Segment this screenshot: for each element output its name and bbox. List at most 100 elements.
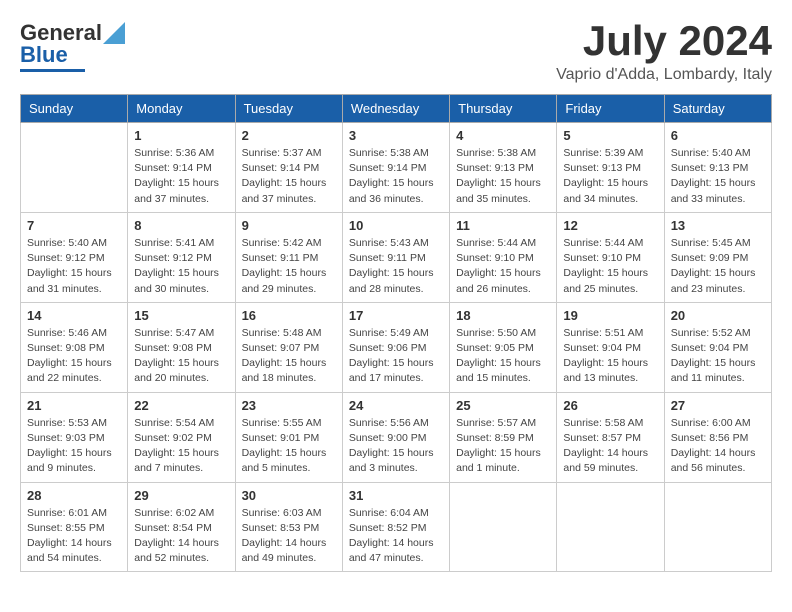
day-number: 27 bbox=[671, 398, 765, 413]
logo: General Blue bbox=[20, 20, 125, 72]
table-row bbox=[557, 482, 664, 572]
calendar-week-row: 7Sunrise: 5:40 AMSunset: 9:12 PMDaylight… bbox=[21, 212, 772, 302]
table-row: 12 Sunrise: 5:44 AMSunset: 9:10 PMDayligh… bbox=[557, 212, 664, 302]
table-row: 23 Sunrise: 5:55 AMSunset: 9:01 PMDayligh… bbox=[235, 392, 342, 482]
table-row: 9 Sunrise: 5:42 AMSunset: 9:11 PMDaylight… bbox=[235, 212, 342, 302]
day-number: 6 bbox=[671, 128, 765, 143]
table-row: 14 Sunrise: 5:46 AMSunset: 9:08 PMDayligh… bbox=[21, 302, 128, 392]
day-info: Sunrise: 5:38 AMSunset: 9:14 PMDaylight:… bbox=[349, 146, 443, 207]
day-info: Sunrise: 5:46 AMSunset: 9:08 PMDaylight:… bbox=[27, 326, 121, 387]
day-number: 1 bbox=[134, 128, 228, 143]
table-row: 2Sunrise: 5:37 AMSunset: 9:14 PMDaylight… bbox=[235, 123, 342, 213]
col-thursday: Thursday bbox=[450, 95, 557, 123]
day-number: 24 bbox=[349, 398, 443, 413]
table-row: 7Sunrise: 5:40 AMSunset: 9:12 PMDaylight… bbox=[21, 212, 128, 302]
day-number: 15 bbox=[134, 308, 228, 323]
table-row: 24 Sunrise: 5:56 AMSunset: 9:00 PMDayligh… bbox=[342, 392, 449, 482]
day-number: 8 bbox=[134, 218, 228, 233]
table-row bbox=[450, 482, 557, 572]
day-info: Sunrise: 6:02 AMSunset: 8:54 PMDaylight:… bbox=[134, 506, 228, 567]
calendar-table: Sunday Monday Tuesday Wednesday Thursday… bbox=[20, 94, 772, 572]
day-info: Sunrise: 6:01 AMSunset: 8:55 PMDaylight:… bbox=[27, 506, 121, 567]
table-row: 5 Sunrise: 5:39 AMSunset: 9:13 PMDaylight… bbox=[557, 123, 664, 213]
day-info: Sunrise: 5:39 AMSunset: 9:13 PMDaylight:… bbox=[563, 146, 657, 207]
day-info: Sunrise: 5:49 AMSunset: 9:06 PMDaylight:… bbox=[349, 326, 443, 387]
title-block: July 2024 Vaprio d'Adda, Lombardy, Italy bbox=[556, 20, 772, 84]
calendar-week-row: 14 Sunrise: 5:46 AMSunset: 9:08 PMDayligh… bbox=[21, 302, 772, 392]
table-row: 13 Sunrise: 5:45 AMSunset: 9:09 PMDayligh… bbox=[664, 212, 771, 302]
col-sunday: Sunday bbox=[21, 95, 128, 123]
calendar-week-row: 1Sunrise: 5:36 AMSunset: 9:14 PMDaylight… bbox=[21, 123, 772, 213]
day-number: 30 bbox=[242, 488, 336, 503]
table-row: 17 Sunrise: 5:49 AMSunset: 9:06 PMDayligh… bbox=[342, 302, 449, 392]
day-number: 12 bbox=[563, 218, 657, 233]
day-info: Sunrise: 5:43 AMSunset: 9:11 PMDaylight:… bbox=[349, 236, 443, 297]
day-number: 18 bbox=[456, 308, 550, 323]
day-number: 10 bbox=[349, 218, 443, 233]
table-row bbox=[21, 123, 128, 213]
table-row: 11 Sunrise: 5:44 AMSunset: 9:10 PMDayligh… bbox=[450, 212, 557, 302]
day-number: 14 bbox=[27, 308, 121, 323]
table-row: 10 Sunrise: 5:43 AMSunset: 9:11 PMDayligh… bbox=[342, 212, 449, 302]
day-number: 26 bbox=[563, 398, 657, 413]
table-row: 26 Sunrise: 5:58 AMSunset: 8:57 PMDayligh… bbox=[557, 392, 664, 482]
table-row: 21 Sunrise: 5:53 AMSunset: 9:03 PMDayligh… bbox=[21, 392, 128, 482]
table-row: 27 Sunrise: 6:00 AMSunset: 8:56 PMDayligh… bbox=[664, 392, 771, 482]
day-number: 9 bbox=[242, 218, 336, 233]
table-row: 15 Sunrise: 5:47 AMSunset: 9:08 PMDayligh… bbox=[128, 302, 235, 392]
day-info: Sunrise: 5:40 AMSunset: 9:12 PMDaylight:… bbox=[27, 236, 121, 297]
day-number: 2 bbox=[242, 128, 336, 143]
day-number: 4 bbox=[456, 128, 550, 143]
day-info: Sunrise: 5:54 AMSunset: 9:02 PMDaylight:… bbox=[134, 416, 228, 477]
day-number: 23 bbox=[242, 398, 336, 413]
day-number: 16 bbox=[242, 308, 336, 323]
table-row: 8Sunrise: 5:41 AMSunset: 9:12 PMDaylight… bbox=[128, 212, 235, 302]
table-row bbox=[664, 482, 771, 572]
month-title: July 2024 bbox=[556, 20, 772, 62]
day-number: 11 bbox=[456, 218, 550, 233]
day-number: 22 bbox=[134, 398, 228, 413]
day-number: 5 bbox=[563, 128, 657, 143]
calendar-week-row: 21 Sunrise: 5:53 AMSunset: 9:03 PMDayligh… bbox=[21, 392, 772, 482]
day-number: 31 bbox=[349, 488, 443, 503]
day-info: Sunrise: 5:45 AMSunset: 9:09 PMDaylight:… bbox=[671, 236, 765, 297]
day-info: Sunrise: 5:40 AMSunset: 9:13 PMDaylight:… bbox=[671, 146, 765, 207]
day-number: 29 bbox=[134, 488, 228, 503]
day-info: Sunrise: 5:44 AMSunset: 9:10 PMDaylight:… bbox=[456, 236, 550, 297]
table-row: 16Sunrise: 5:48 AMSunset: 9:07 PMDayligh… bbox=[235, 302, 342, 392]
location: Vaprio d'Adda, Lombardy, Italy bbox=[556, 66, 772, 84]
day-number: 13 bbox=[671, 218, 765, 233]
day-info: Sunrise: 5:53 AMSunset: 9:03 PMDaylight:… bbox=[27, 416, 121, 477]
day-info: Sunrise: 5:55 AMSunset: 9:01 PMDaylight:… bbox=[242, 416, 336, 477]
day-number: 28 bbox=[27, 488, 121, 503]
day-info: Sunrise: 5:38 AMSunset: 9:13 PMDaylight:… bbox=[456, 146, 550, 207]
col-wednesday: Wednesday bbox=[342, 95, 449, 123]
day-info: Sunrise: 5:58 AMSunset: 8:57 PMDaylight:… bbox=[563, 416, 657, 477]
day-info: Sunrise: 5:42 AMSunset: 9:11 PMDaylight:… bbox=[242, 236, 336, 297]
day-info: Sunrise: 5:44 AMSunset: 9:10 PMDaylight:… bbox=[563, 236, 657, 297]
day-info: Sunrise: 5:56 AMSunset: 9:00 PMDaylight:… bbox=[349, 416, 443, 477]
table-row: 22 Sunrise: 5:54 AMSunset: 9:02 PMDayligh… bbox=[128, 392, 235, 482]
col-monday: Monday bbox=[128, 95, 235, 123]
day-number: 21 bbox=[27, 398, 121, 413]
day-info: Sunrise: 6:00 AMSunset: 8:56 PMDaylight:… bbox=[671, 416, 765, 477]
table-row: 25Sunrise: 5:57 AMSunset: 8:59 PMDayligh… bbox=[450, 392, 557, 482]
day-number: 20 bbox=[671, 308, 765, 323]
day-info: Sunrise: 5:47 AMSunset: 9:08 PMDaylight:… bbox=[134, 326, 228, 387]
day-number: 17 bbox=[349, 308, 443, 323]
day-info: Sunrise: 5:57 AMSunset: 8:59 PMDaylight:… bbox=[456, 416, 550, 477]
table-row: 19Sunrise: 5:51 AMSunset: 9:04 PMDayligh… bbox=[557, 302, 664, 392]
table-row: 28 Sunrise: 6:01 AMSunset: 8:55 PMDayligh… bbox=[21, 482, 128, 572]
logo-underline bbox=[20, 69, 85, 72]
page-header: General Blue July 2024 Vaprio d'Adda, Lo… bbox=[20, 20, 772, 84]
table-row: 1Sunrise: 5:36 AMSunset: 9:14 PMDaylight… bbox=[128, 123, 235, 213]
day-info: Sunrise: 6:03 AMSunset: 8:53 PMDaylight:… bbox=[242, 506, 336, 567]
col-tuesday: Tuesday bbox=[235, 95, 342, 123]
logo-blue: Blue bbox=[20, 42, 68, 68]
day-info: Sunrise: 5:51 AMSunset: 9:04 PMDaylight:… bbox=[563, 326, 657, 387]
table-row: 18 Sunrise: 5:50 AMSunset: 9:05 PMDayligh… bbox=[450, 302, 557, 392]
table-row: 31Sunrise: 6:04 AMSunset: 8:52 PMDayligh… bbox=[342, 482, 449, 572]
day-info: Sunrise: 5:50 AMSunset: 9:05 PMDaylight:… bbox=[456, 326, 550, 387]
table-row: 29 Sunrise: 6:02 AMSunset: 8:54 PMDayligh… bbox=[128, 482, 235, 572]
calendar-week-row: 28 Sunrise: 6:01 AMSunset: 8:55 PMDayligh… bbox=[21, 482, 772, 572]
